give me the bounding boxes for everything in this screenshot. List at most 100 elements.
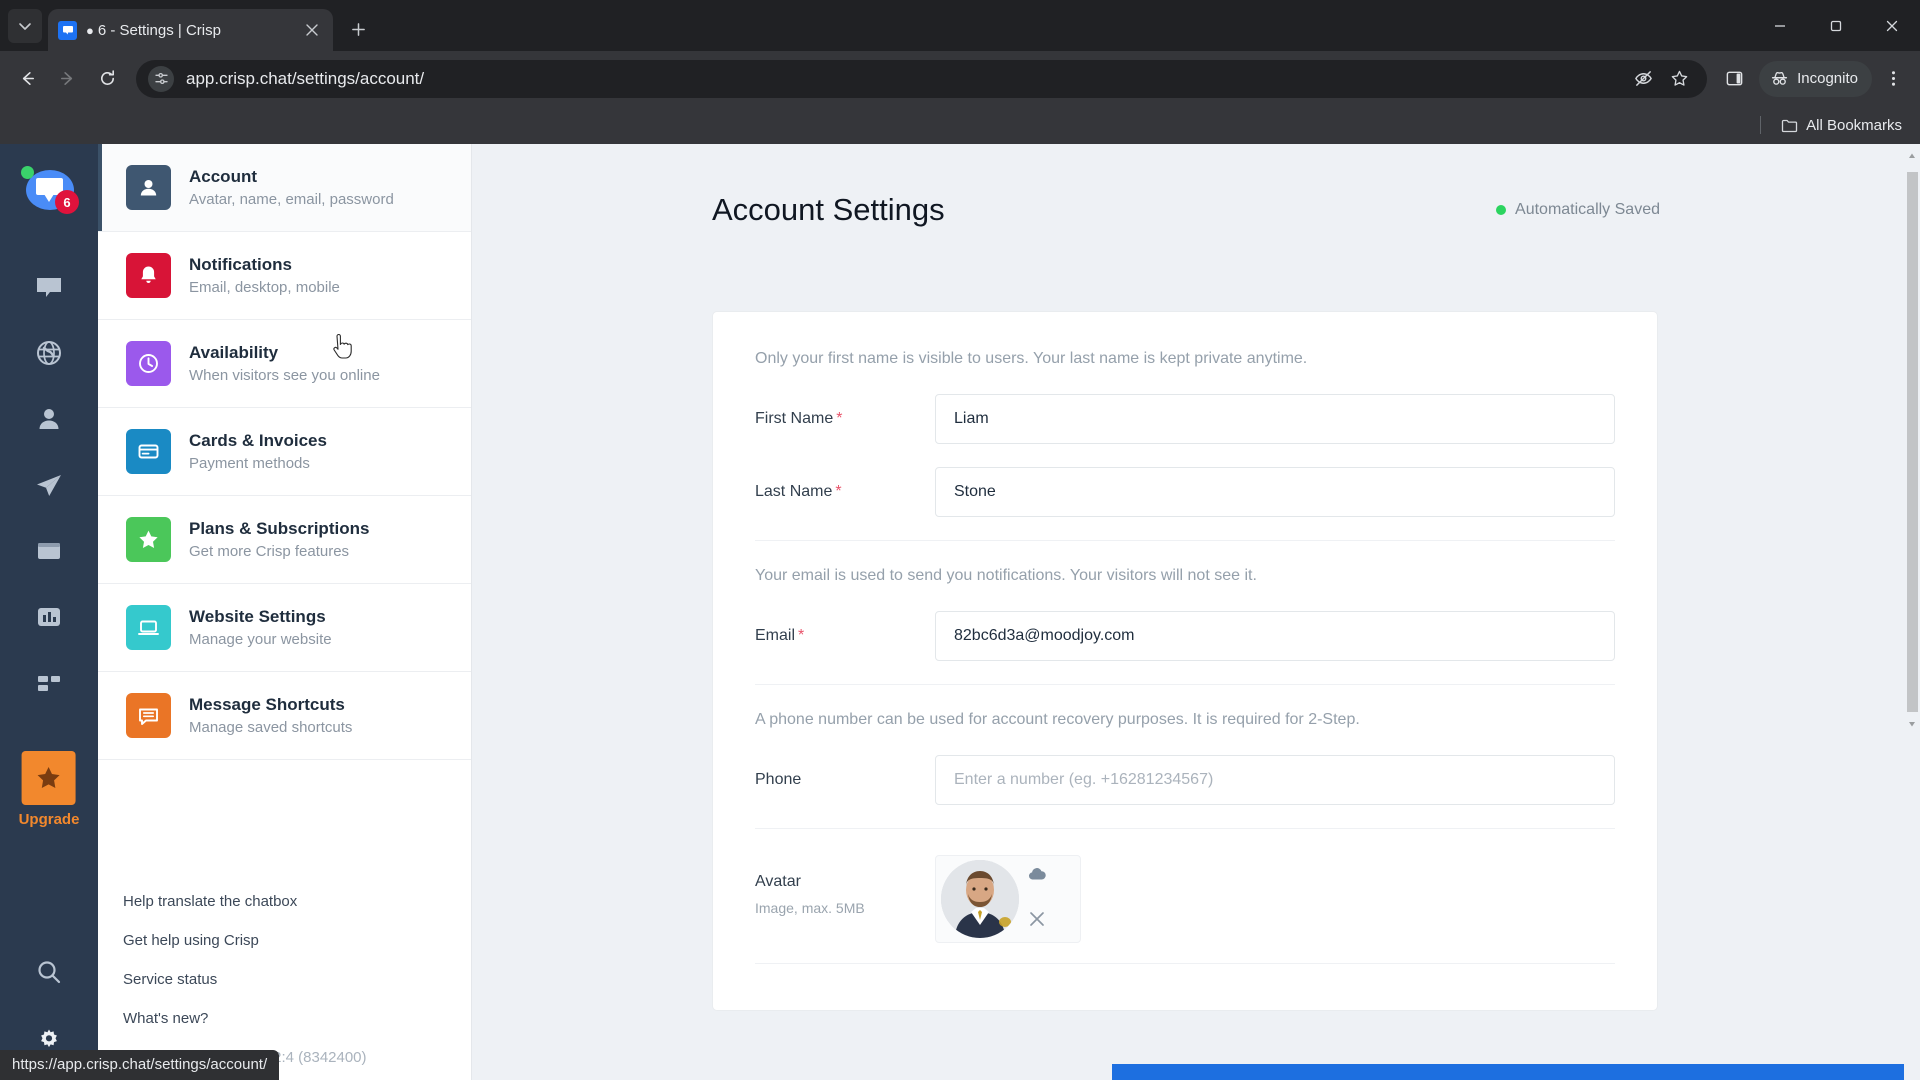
field-row-first-name: First Name * Liam [755,394,1615,444]
sidebar-item-website-settings[interactable]: Website Settings Manage your website [98,584,471,672]
user-icon-tile [126,165,171,210]
new-tab-button[interactable] [341,12,375,46]
last-name-input[interactable]: Stone [935,467,1615,517]
side-panel-button[interactable] [1715,60,1753,98]
first-name-label: First Name * [755,410,935,428]
avatar-remove-button[interactable] [1027,909,1047,934]
tab-strip: ● 6 - Settings | Crisp [0,0,1920,51]
page-viewport: 6 Upgrade Account Avatar, name, email, p… [0,144,1920,1080]
first-name-label-text: First Name [755,410,834,427]
link-status-bubble: https://app.crisp.chat/settings/account/ [0,1050,280,1080]
rail-item-inbox[interactable] [21,254,77,320]
omnibox-actions [1627,63,1695,95]
sidebar-item-plans-subscriptions[interactable]: Plans & Subscriptions Get more Crisp fea… [98,496,471,584]
nav-title: Notifications [189,255,292,274]
section-divider [755,540,1615,541]
required-marker: * [798,627,805,644]
window-controls [1752,0,1920,51]
link-whats-new[interactable]: What's new? [123,1010,471,1027]
incognito-label: Incognito [1797,70,1858,87]
campaigns-icon [37,475,61,496]
browser-toolbar: app.crisp.chat/settings/account/ Incogni… [0,51,1920,106]
scroll-up-arrow[interactable] [1904,148,1920,164]
bookmarks-divider [1760,116,1762,134]
unread-badge: 6 [55,190,79,214]
star-icon [139,530,158,548]
tab-close-button[interactable] [301,19,323,41]
address-bar[interactable]: app.crisp.chat/settings/account/ [136,59,1708,98]
site-settings-icon[interactable] [148,65,174,92]
sidebar-item-message-shortcuts[interactable]: Message Shortcuts Manage saved shortcuts [98,672,471,760]
rail-item-analytics[interactable] [21,584,77,650]
nav-subtitle: When visitors see you online [189,367,380,384]
nav-subtitle: Avatar, name, email, password [189,191,394,208]
bell-icon-tile [126,253,171,298]
nav-text-website-settings: Website Settings Manage your website [189,607,332,648]
inbox-icon [37,278,61,297]
rail-item-visitors[interactable] [21,320,77,386]
nav-text-availability: Availability When visitors see you onlin… [189,343,380,384]
plugins-icon [38,676,60,691]
rail-item-helpdesk[interactable] [21,518,77,584]
rail-item-contacts[interactable] [21,386,77,452]
analytics-icon [38,608,60,626]
saved-status-label: Automatically Saved [1515,201,1660,218]
card-icon [138,444,159,459]
card-icon-tile [126,429,171,474]
rail-item-plugins[interactable] [21,650,77,716]
cloud-upload-icon [1028,868,1046,880]
laptop-icon-tile [126,605,171,650]
scrollbar-thumb[interactable] [1907,172,1918,712]
scroll-down-arrow[interactable] [1904,716,1920,732]
field-row-email: Email * 82bc6d3a@moodjoy.com [755,611,1615,661]
close-window-button[interactable] [1864,0,1920,51]
link-get-help[interactable]: Get help using Crisp [123,932,471,949]
rail-item-campaigns[interactable] [21,452,77,518]
contacts-icon [39,409,59,429]
clock-icon [139,354,158,373]
shortcut-icon [139,708,158,725]
first-name-input[interactable]: Liam [935,394,1615,444]
sidebar-item-availability[interactable]: Availability When visitors see you onlin… [98,320,471,408]
upgrade-label: Upgrade [18,811,80,828]
all-bookmarks-button[interactable]: All Bookmarks [1775,113,1908,138]
phone-input[interactable]: Enter a number (eg. +16281234567) [935,755,1615,805]
nav-title: Message Shortcuts [189,695,345,714]
bookmark-star-icon[interactable] [1663,63,1695,95]
email-label-text: Email [755,627,796,644]
back-button[interactable] [8,60,46,98]
tab-search-button[interactable] [8,9,42,43]
incognito-profile-chip[interactable]: Incognito [1759,60,1872,97]
browser-tab[interactable]: ● 6 - Settings | Crisp [48,9,333,51]
sidebar-item-cards-invoices[interactable]: Cards & Invoices Payment methods [98,408,471,496]
settings-nav-footer: Help translate the chatbox Get help usin… [98,760,471,1080]
crisp-logo-inbox-button[interactable]: 6 [21,166,79,214]
globe-icon [37,341,61,365]
name-hint-text: Only your first name is visible to users… [755,350,1308,367]
avatar-photo [941,860,1019,938]
chrome-menu-button[interactable] [1874,60,1912,98]
chevron-down-icon [19,23,31,30]
sidebar-item-notifications[interactable]: Notifications Email, desktop, mobile [98,232,471,320]
link-service-status[interactable]: Service status [123,971,471,988]
online-status-dot [21,166,34,179]
rail-item-search[interactable] [21,950,77,994]
forward-button[interactable] [48,60,86,98]
main-inner: Account Settings Automatically Saved Onl… [472,144,1920,1011]
sidebar-item-account[interactable]: Account Avatar, name, email, password [98,144,471,232]
crisp-favicon [58,20,77,40]
link-help-translate[interactable]: Help translate the chatbox [123,893,471,910]
url-text: app.crisp.chat/settings/account/ [186,68,425,88]
reload-button[interactable] [88,60,126,98]
avatar-row: Avatar Image, max. 5MB [755,855,1615,943]
maximize-button[interactable] [1808,0,1864,51]
main-header: Account Settings Automatically Saved [472,192,1920,228]
minimize-button[interactable] [1752,0,1808,51]
email-field[interactable]: 82bc6d3a@moodjoy.com [935,611,1615,661]
star-icon [38,767,60,788]
upgrade-button[interactable]: Upgrade [18,751,80,828]
page-scrollbar[interactable] [1904,144,1920,1080]
nav-title: Availability [189,343,279,362]
tracking-protection-icon[interactable] [1627,63,1659,95]
avatar-upload-button[interactable] [1027,864,1047,889]
